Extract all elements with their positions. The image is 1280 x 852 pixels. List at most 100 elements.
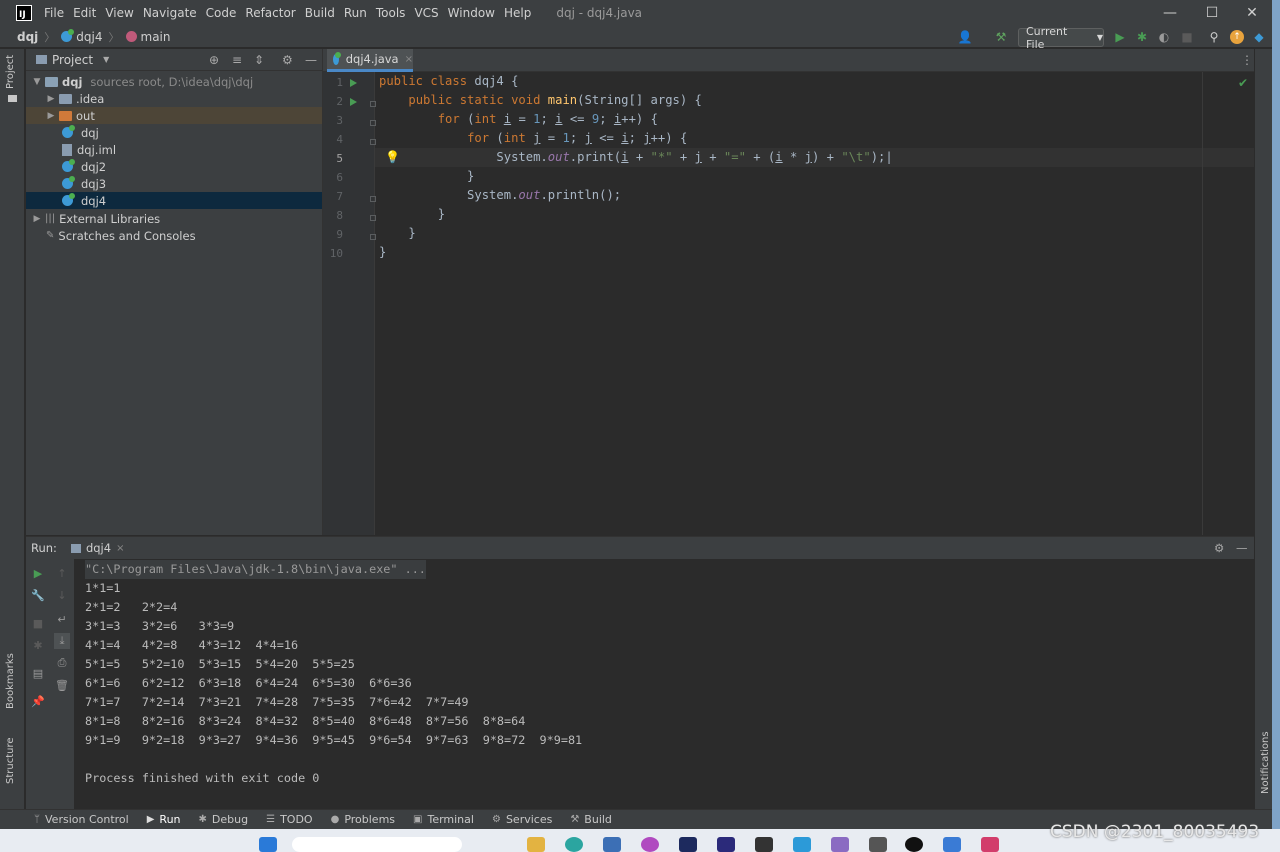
chevron-down-icon[interactable]: ▼ bbox=[32, 77, 42, 87]
update-icon[interactable]: ↑ bbox=[1230, 30, 1244, 44]
tree-item-dqj4[interactable]: dqj4 bbox=[26, 192, 322, 209]
rerun-icon[interactable]: ▶ bbox=[30, 565, 46, 581]
run-tab[interactable]: dqj4 × bbox=[70, 541, 124, 555]
terminal-tab[interactable]: ▣ Terminal bbox=[413, 813, 474, 826]
app-icon[interactable] bbox=[755, 837, 773, 852]
menu-code[interactable]: Code bbox=[206, 6, 237, 20]
todo-tab[interactable]: ☰ TODO bbox=[266, 813, 312, 826]
pin-icon[interactable]: 📌 bbox=[30, 693, 46, 709]
menu-file[interactable]: File bbox=[44, 6, 64, 20]
console-output[interactable]: "C:\Program Files\Java\jdk-1.8\bin\java.… bbox=[74, 559, 1254, 810]
app-icon[interactable] bbox=[717, 837, 735, 852]
scroll-to-end-icon[interactable]: ⤓ bbox=[54, 633, 70, 649]
hide-panel-icon[interactable]: — bbox=[305, 53, 317, 67]
run-configuration-select[interactable]: Current File ▼ bbox=[1018, 25, 1104, 51]
arrow-down-icon[interactable]: ↓ bbox=[54, 587, 70, 603]
chevron-right-icon[interactable]: ▶ bbox=[32, 214, 42, 224]
intellij-taskbar-icon[interactable] bbox=[981, 837, 999, 852]
tab-dqj4-java[interactable]: dqj4.java × bbox=[327, 49, 413, 72]
windows-start-icon[interactable] bbox=[259, 837, 277, 852]
bookmarks-tool-button[interactable]: Bookmarks bbox=[5, 653, 16, 709]
run-icon[interactable]: ▶ bbox=[1113, 30, 1127, 44]
notifications-tool-button[interactable]: Notifications bbox=[1260, 731, 1271, 794]
services-tab[interactable]: ⚙ Services bbox=[492, 813, 552, 826]
breadcrumb-class[interactable]: dqj4 bbox=[76, 30, 102, 44]
no-problems-check-icon[interactable]: ✔ bbox=[1238, 76, 1248, 90]
intellij-logo-icon[interactable]: IJ bbox=[16, 5, 32, 21]
menu-run[interactable]: Run bbox=[344, 6, 367, 20]
tree-item-dqj2[interactable]: dqj2 bbox=[26, 158, 322, 175]
close-window-button[interactable]: ✕ bbox=[1232, 0, 1272, 26]
tree-item-idea[interactable]: ▶ .idea bbox=[26, 90, 322, 107]
app-icon[interactable] bbox=[943, 837, 961, 852]
browser-icon[interactable] bbox=[565, 837, 583, 852]
project-tool-button[interactable]: Project bbox=[5, 55, 16, 89]
tree-item-dqj-class[interactable]: dqj bbox=[26, 124, 322, 141]
close-icon[interactable]: × bbox=[405, 54, 413, 65]
debug-bug-icon[interactable]: ✱ bbox=[30, 637, 46, 653]
search-icon[interactable]: ⚲ bbox=[1207, 30, 1221, 44]
taskbar-search-box[interactable] bbox=[292, 837, 462, 852]
menu-navigate[interactable]: Navigate bbox=[143, 6, 197, 20]
collapse-all-icon[interactable]: ≡ bbox=[232, 53, 242, 67]
app-icon[interactable] bbox=[905, 837, 923, 852]
close-icon[interactable]: × bbox=[116, 543, 124, 554]
expand-icon[interactable]: ⇕ bbox=[254, 53, 264, 67]
code-area[interactable]: public class dqj4 { public static void m… bbox=[323, 72, 1255, 535]
menu-tools[interactable]: Tools bbox=[376, 6, 406, 20]
app-icon[interactable] bbox=[641, 837, 659, 852]
file-explorer-icon[interactable] bbox=[527, 837, 545, 852]
menu-view[interactable]: View bbox=[105, 6, 133, 20]
breadcrumb-project[interactable]: dqj bbox=[17, 30, 38, 44]
chevron-right-icon[interactable]: ▶ bbox=[46, 94, 56, 104]
print-icon[interactable]: ⎙ bbox=[54, 655, 70, 671]
breadcrumb-method[interactable]: main bbox=[141, 30, 171, 44]
console-output-line: 1*1=1 bbox=[85, 581, 121, 595]
layout-icon[interactable]: ▤ bbox=[30, 665, 46, 681]
tree-item-out[interactable]: ▶ out bbox=[26, 107, 322, 124]
tree-item-dqj-root[interactable]: ▼ dqj sources root, D:\idea\dqj\dqj bbox=[26, 73, 322, 90]
more-options-icon[interactable]: ⋮ bbox=[1241, 53, 1253, 67]
app-icon[interactable] bbox=[831, 837, 849, 852]
debug-bug-icon[interactable]: ✱ bbox=[1135, 30, 1149, 44]
menu-build[interactable]: Build bbox=[305, 6, 335, 20]
app-icon[interactable] bbox=[793, 837, 811, 852]
tree-item-scratches[interactable]: ✎ Scratches and Consoles bbox=[26, 227, 322, 244]
stop-icon[interactable]: ■ bbox=[30, 615, 46, 631]
build-tab[interactable]: ⚒ Build bbox=[570, 813, 612, 826]
app-icon[interactable] bbox=[603, 837, 621, 852]
menu-vcs[interactable]: VCS bbox=[414, 6, 438, 20]
tree-item-external-libraries[interactable]: ▶ ||| External Libraries bbox=[26, 210, 322, 227]
build-hammer-icon[interactable]: ⚒ bbox=[994, 30, 1008, 44]
app-icon[interactable] bbox=[679, 837, 697, 852]
coverage-icon[interactable]: ◐ bbox=[1157, 30, 1171, 44]
gear-icon[interactable]: ⚙ bbox=[1214, 541, 1224, 555]
run-tab-bottom[interactable]: ▶ Run bbox=[147, 813, 181, 826]
wrench-icon[interactable]: 🔧 bbox=[30, 587, 46, 603]
chevron-right-icon[interactable]: ▶ bbox=[46, 111, 56, 121]
soft-wrap-icon[interactable]: ↵ bbox=[54, 611, 70, 627]
menu-edit[interactable]: Edit bbox=[73, 6, 96, 20]
arrow-up-icon[interactable]: ↑ bbox=[54, 565, 70, 581]
stop-icon[interactable]: ■ bbox=[1180, 30, 1194, 44]
structure-tool-button[interactable]: Structure bbox=[5, 737, 16, 784]
gear-icon[interactable]: ⚙ bbox=[282, 53, 293, 67]
chevron-down-icon[interactable]: ▼ bbox=[103, 55, 109, 64]
version-control-tab[interactable]: ᛘ Version Control bbox=[34, 813, 129, 826]
problems-tab[interactable]: ● Problems bbox=[331, 813, 395, 826]
tree-item-dqj-iml[interactable]: dqj.iml bbox=[26, 141, 322, 158]
menu-help[interactable]: Help bbox=[504, 6, 531, 20]
trash-icon[interactable]: 🗑 bbox=[54, 677, 70, 693]
project-panel-title[interactable]: Project bbox=[52, 53, 93, 67]
tree-item-dqj3[interactable]: dqj3 bbox=[26, 175, 322, 192]
menu-refactor[interactable]: Refactor bbox=[245, 6, 295, 20]
hide-panel-icon[interactable]: — bbox=[1236, 541, 1248, 555]
jetbrains-ai-icon[interactable]: ◆ bbox=[1252, 30, 1266, 44]
app-icon[interactable] bbox=[869, 837, 887, 852]
maximize-button[interactable]: ☐ bbox=[1192, 0, 1232, 26]
debug-tab[interactable]: ✱ Debug bbox=[199, 813, 249, 826]
minimize-button[interactable]: — bbox=[1150, 0, 1190, 26]
menu-window[interactable]: Window bbox=[448, 6, 495, 20]
user-icon[interactable]: 👤 bbox=[958, 30, 973, 44]
locate-icon[interactable]: ⊕ bbox=[209, 53, 219, 67]
